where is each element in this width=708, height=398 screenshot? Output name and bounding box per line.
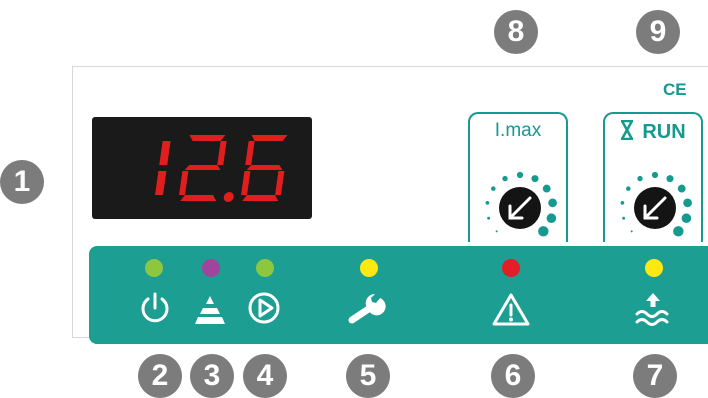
wrench-icon bbox=[348, 293, 386, 324]
callout-badge-6: 6 bbox=[491, 354, 535, 398]
alarm-led bbox=[502, 259, 520, 277]
digital-display: 12.6 bbox=[92, 117, 312, 219]
scale-dot bbox=[487, 216, 491, 220]
ce-mark: CE bbox=[663, 80, 687, 99]
scale-dot bbox=[683, 198, 692, 208]
pump-run-led bbox=[256, 259, 274, 277]
scale-dot bbox=[491, 186, 496, 191]
run-label: RUN bbox=[642, 121, 686, 143]
scale-dot bbox=[485, 200, 490, 205]
scale-dot bbox=[546, 213, 557, 223]
callout-badge-8: 8 bbox=[494, 10, 538, 54]
run-dial[interactable] bbox=[605, 150, 703, 242]
scale-dot bbox=[622, 216, 626, 220]
scale-dot bbox=[651, 171, 659, 179]
callout-badge-5: 5 bbox=[346, 354, 390, 398]
level-led bbox=[202, 259, 220, 277]
scale-dot bbox=[516, 171, 524, 179]
scale-dot bbox=[626, 186, 631, 191]
scale-dot bbox=[620, 200, 625, 205]
scale-dot bbox=[502, 175, 508, 182]
callout-badge-3: 3 bbox=[190, 354, 234, 398]
callout-badge-9: 9 bbox=[636, 10, 680, 54]
callout-badge-2: 2 bbox=[138, 354, 182, 398]
scale-dot bbox=[677, 184, 686, 193]
scale-dot bbox=[542, 184, 551, 193]
scale-dot bbox=[637, 175, 643, 182]
scale-dot bbox=[538, 226, 549, 237]
water-level-icon bbox=[635, 293, 669, 326]
scale-dot bbox=[630, 230, 633, 233]
imax-dial[interactable] bbox=[470, 150, 568, 242]
scale-dot bbox=[531, 175, 539, 183]
imax-potentiometer[interactable]: I.max bbox=[468, 112, 568, 242]
power-icon bbox=[141, 292, 169, 323]
service-led bbox=[360, 259, 378, 277]
hourglass-icon bbox=[621, 120, 634, 140]
callout-badge-7: 7 bbox=[633, 354, 677, 398]
water-level-led bbox=[645, 259, 663, 277]
run-label-row: RUN bbox=[605, 120, 701, 144]
imax-label: I.max bbox=[494, 120, 542, 141]
scale-dot bbox=[681, 213, 692, 223]
scale-dot bbox=[673, 226, 684, 237]
callout-badge-4: 4 bbox=[243, 354, 287, 398]
scale-dot bbox=[548, 198, 557, 208]
scale-dot bbox=[495, 230, 498, 233]
scale-dot bbox=[666, 175, 674, 183]
callout-badge-1: 1 bbox=[0, 160, 44, 204]
run-timer-potentiometer[interactable]: RUN bbox=[603, 112, 703, 242]
seven-segment-readout bbox=[155, 135, 288, 202]
power-led bbox=[145, 259, 163, 277]
indicator-strip bbox=[89, 246, 708, 344]
warning-icon bbox=[492, 293, 530, 326]
level-signal-icon bbox=[195, 296, 225, 324]
play-circle-icon bbox=[248, 292, 280, 324]
